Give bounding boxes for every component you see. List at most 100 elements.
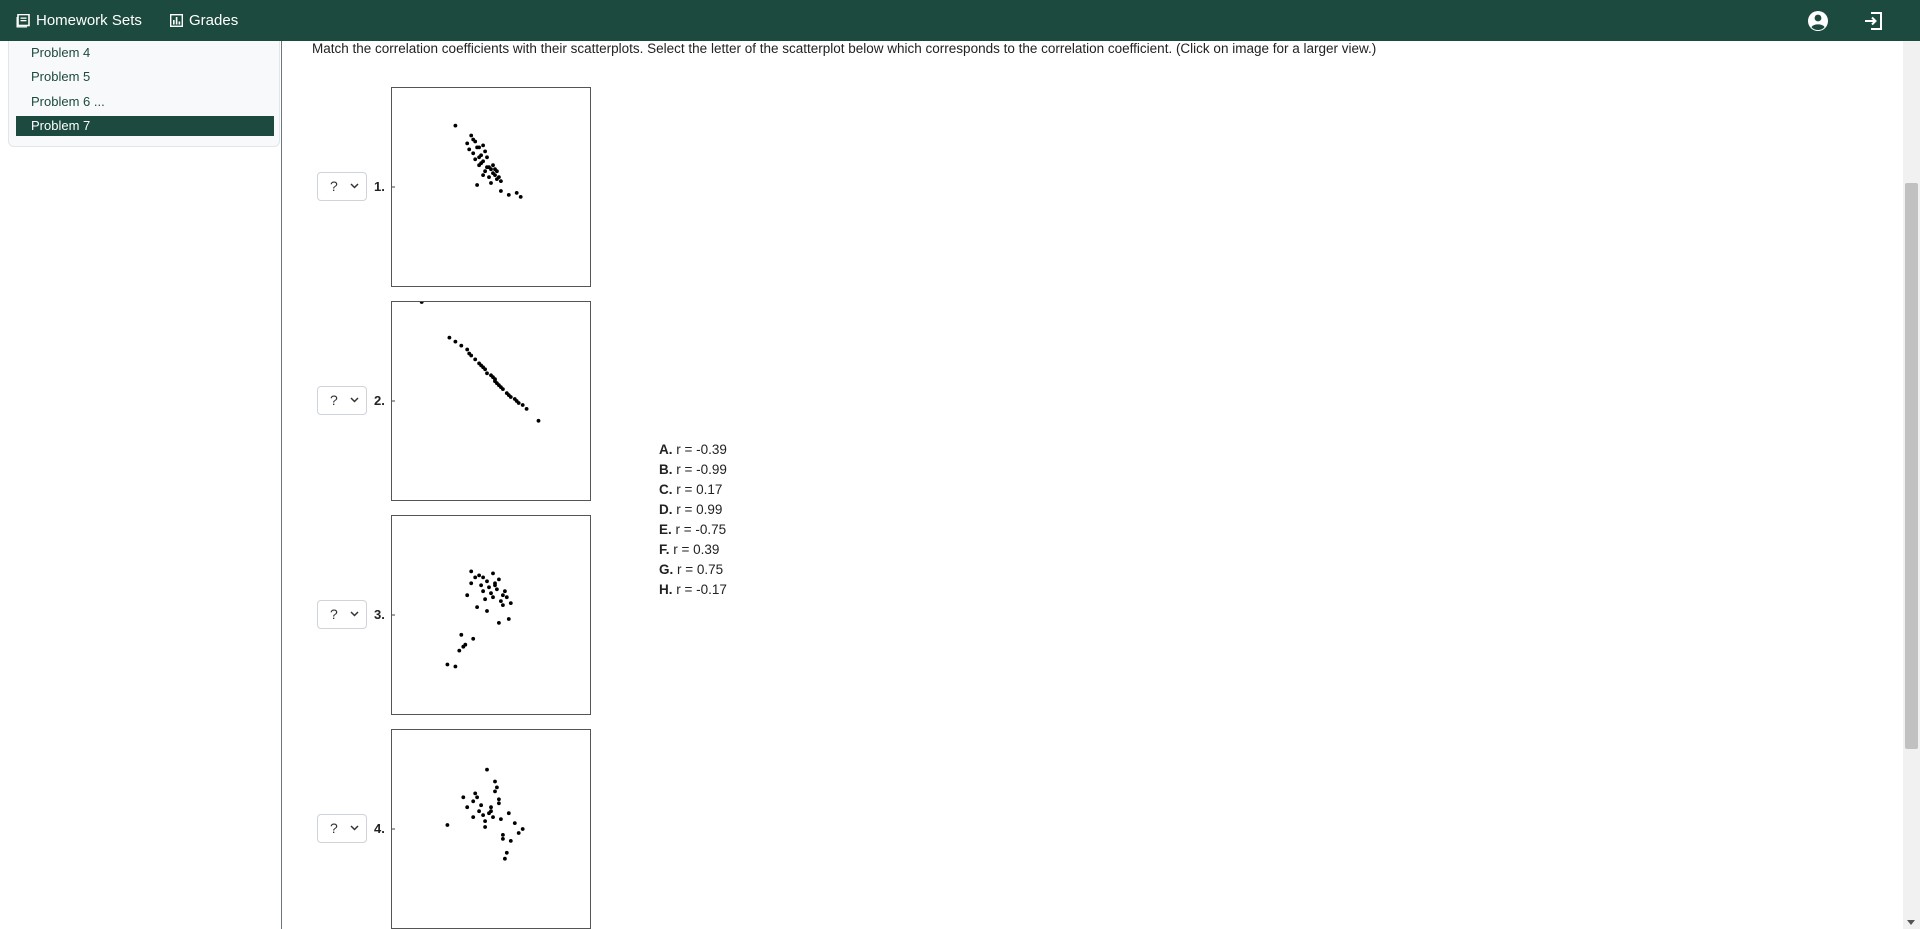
- scatterplot-2[interactable]: [391, 301, 591, 501]
- scatter-point: [465, 593, 470, 598]
- scatter-point: [501, 603, 505, 607]
- user-circle-icon[interactable]: [1806, 9, 1830, 33]
- scatter-point: [497, 621, 501, 625]
- scatter-point: [497, 801, 501, 806]
- scatter-point: [485, 609, 489, 613]
- answer-option-b: B. r = -0.99: [659, 462, 727, 477]
- scatter-point: [499, 189, 503, 193]
- scatter-point: [493, 789, 497, 794]
- scatter-point: [491, 595, 495, 600]
- scatter-point: [501, 593, 505, 598]
- scatter-point: [489, 181, 493, 185]
- scatter-point: [461, 795, 466, 800]
- scatter-point: [524, 407, 529, 411]
- answer-option-f: F. r = 0.39: [659, 542, 720, 557]
- scatter-point: [516, 831, 521, 835]
- answer-option-c: C. r = 0.17: [659, 482, 723, 497]
- scatter-point: [459, 632, 464, 637]
- problem-content: Match the correlation coefficients with …: [283, 41, 1903, 929]
- chevron-down-icon: [350, 611, 359, 617]
- scatter-point: [508, 839, 513, 843]
- scatter-point: [477, 155, 481, 160]
- scatter-point: [489, 591, 493, 596]
- scatter-point: [504, 850, 509, 855]
- scatter-point: [469, 133, 474, 138]
- scatter-point: [475, 795, 479, 800]
- scatter-point: [475, 605, 479, 609]
- answer-option-h: H. r = -0.17: [659, 582, 727, 597]
- scatter-point: [493, 377, 497, 382]
- sidebar-item-problem-4[interactable]: Problem 4: [16, 43, 274, 63]
- scatter-point: [473, 357, 478, 362]
- scatter-point: [493, 583, 497, 588]
- scatter-point: [459, 343, 464, 348]
- scatter-point: [493, 167, 497, 172]
- scatter-point: [497, 797, 501, 802]
- scroll-down-arrow[interactable]: [1907, 920, 1915, 925]
- scatter-point: [520, 403, 525, 407]
- grades-link[interactable]: Grades: [170, 0, 238, 41]
- answer-select-1[interactable]: ?: [317, 172, 367, 201]
- scatter-point: [485, 155, 489, 160]
- scatter-point: [419, 302, 424, 304]
- scatter-point: [520, 827, 525, 831]
- answer-option-d: D. r = 0.99: [659, 502, 723, 517]
- chart-icon: [170, 14, 183, 27]
- scatter-point: [487, 585, 491, 590]
- scatter-point: [491, 571, 495, 576]
- scatter-point: [497, 175, 501, 179]
- scatter-point: [501, 837, 505, 841]
- scatter-point: [506, 811, 511, 816]
- scatter-point: [483, 597, 487, 602]
- scatter-point: [512, 821, 517, 825]
- scatter-point: [483, 149, 487, 154]
- scatter-point: [473, 139, 478, 144]
- homework-sets-link[interactable]: Homework Sets: [16, 0, 142, 41]
- scatter-point: [475, 183, 479, 187]
- row-number: 4.: [374, 821, 385, 836]
- scatter-point: [497, 577, 501, 582]
- scatter-point: [501, 833, 505, 837]
- scatter-point: [499, 599, 503, 603]
- scatter-point: [489, 805, 493, 810]
- scatter-point: [481, 813, 485, 817]
- scatterplot-1[interactable]: [391, 87, 591, 287]
- scatter-point: [504, 595, 509, 600]
- scatter-point: [518, 195, 523, 199]
- sidebar-item-problem-6[interactable]: Problem 6 ...: [16, 92, 274, 112]
- scatter-point: [495, 785, 499, 790]
- row-number: 3.: [374, 607, 385, 622]
- sidebar-item-problem-7[interactable]: Problem 7: [16, 116, 274, 136]
- answer-select-2[interactable]: ?: [317, 386, 367, 415]
- scrollbar-thumb[interactable]: [1905, 183, 1918, 749]
- scatter-point: [465, 141, 470, 146]
- logout-icon[interactable]: [1862, 9, 1886, 33]
- scatter-point: [483, 819, 487, 823]
- scatter-point: [453, 123, 458, 128]
- scatter-point: [481, 143, 485, 148]
- scatter-point: [453, 664, 458, 669]
- scatter-point: [471, 815, 476, 819]
- scatter-point: [483, 825, 487, 829]
- scatter-point: [479, 583, 483, 588]
- answer-select-3[interactable]: ?: [317, 600, 367, 629]
- chevron-down-icon: [350, 397, 359, 403]
- scatter-point: [465, 805, 470, 810]
- scatter-point: [481, 589, 485, 594]
- scatterplot-4[interactable]: [391, 729, 591, 929]
- scatter-point: [457, 648, 462, 653]
- sidebar-item-problem-5[interactable]: Problem 5: [16, 67, 274, 87]
- scatter-point: [489, 167, 493, 172]
- scatter-point: [506, 193, 511, 197]
- scatter-point: [471, 151, 476, 156]
- scatter-point: [465, 347, 470, 352]
- page-scrollbar[interactable]: [1903, 41, 1920, 929]
- scatter-point: [514, 191, 519, 195]
- scatter-point: [473, 791, 478, 796]
- scatter-point: [467, 351, 472, 356]
- answer-select-4[interactable]: ?: [317, 814, 367, 843]
- scatter-point: [536, 418, 541, 423]
- scatterplot-3[interactable]: [391, 515, 591, 715]
- sidebar: Problem 4 Problem 5 Problem 6 ... Proble…: [0, 41, 282, 929]
- scatter-point: [473, 157, 478, 162]
